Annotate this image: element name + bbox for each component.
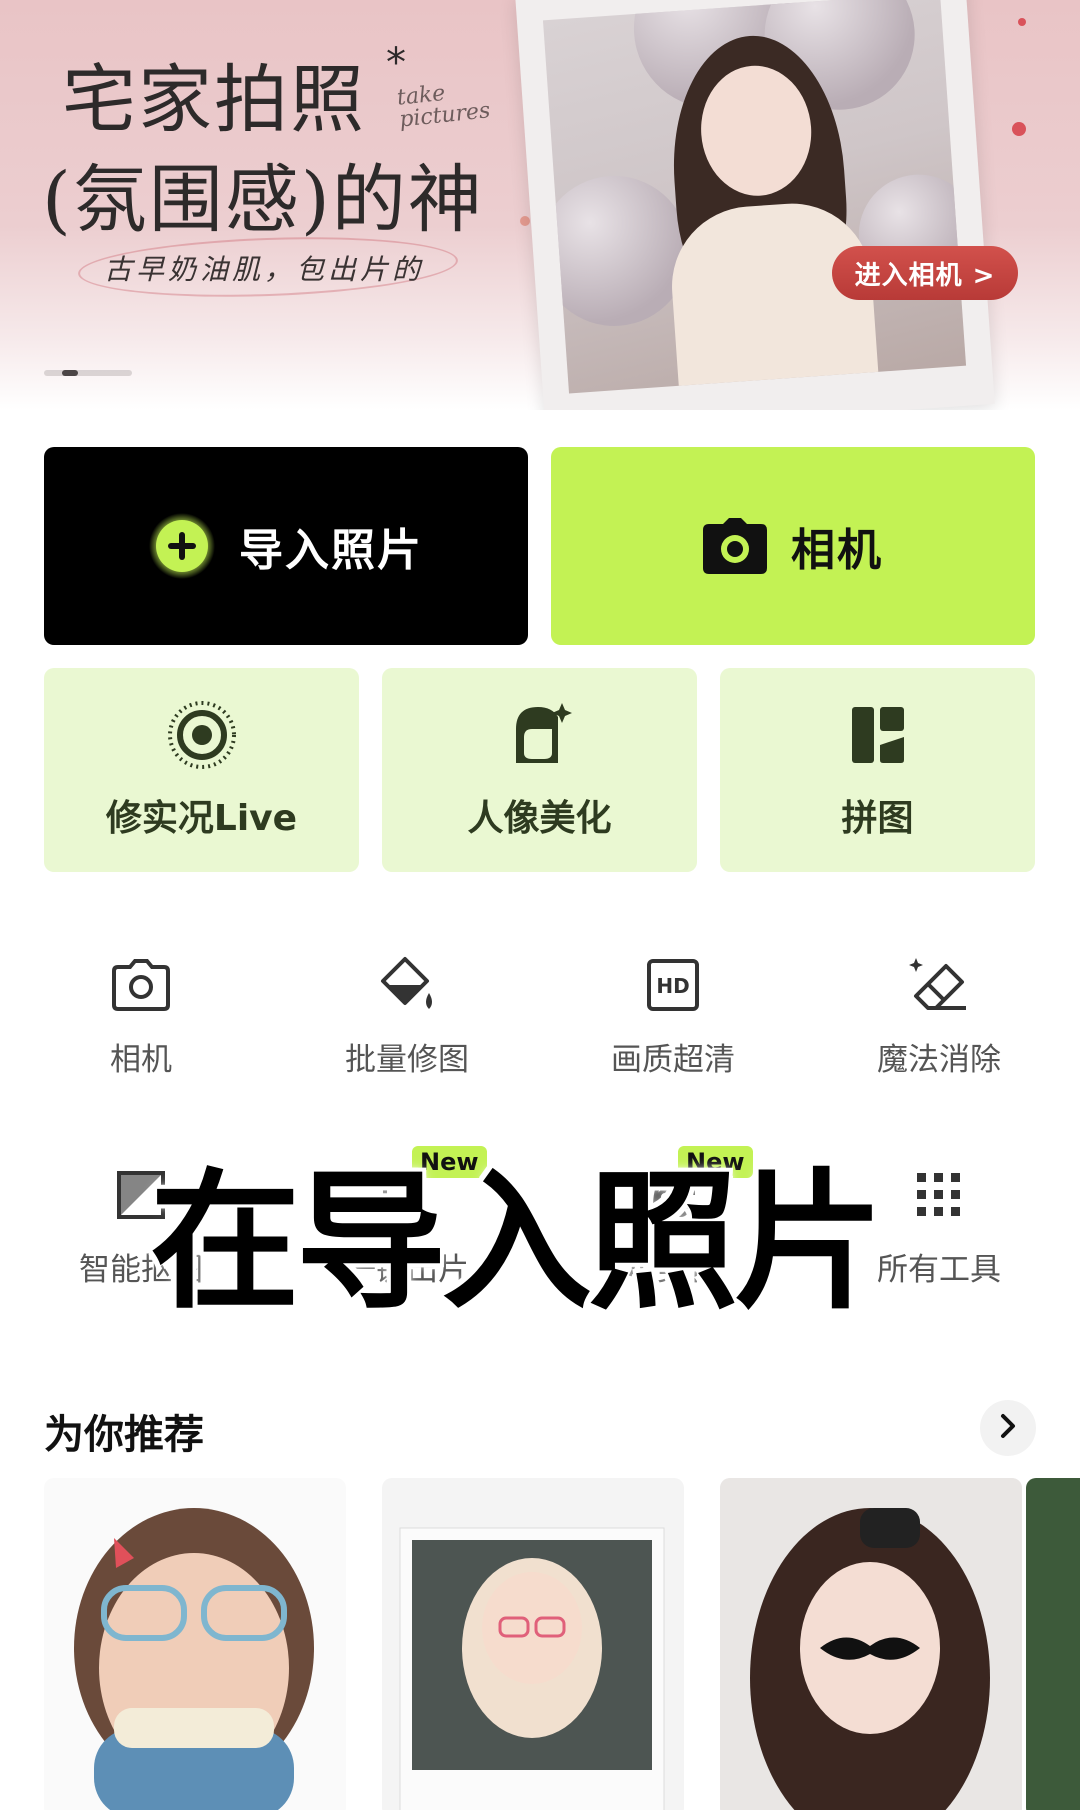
banner-photo-frame [515, 0, 995, 410]
decor-dot [1018, 18, 1026, 26]
tile-live-photo[interactable]: 修实况Live [44, 668, 359, 872]
svg-text:HD: HD [656, 974, 689, 998]
recommend-card[interactable] [44, 1478, 346, 1810]
tool-camera[interactable]: 相机 [21, 950, 261, 1079]
paint-bucket-icon [372, 950, 442, 1020]
portrait-icon [504, 699, 576, 775]
recommend-card-partial[interactable] [1026, 1478, 1080, 1810]
grid-dots-icon [904, 1160, 974, 1230]
camera-outline-icon [106, 950, 176, 1020]
tool-label: 画质超清 [611, 1042, 735, 1078]
banner-headline-line2: (氛围感)的神 [42, 157, 484, 243]
decor-dot [1012, 122, 1026, 136]
banner-headline-line1: 宅家拍照 [62, 57, 366, 143]
camera-icon [703, 518, 767, 574]
live-photo-icon [166, 699, 238, 775]
banner-pager [44, 370, 132, 376]
collage-icon [842, 699, 914, 775]
eraser-icon [904, 950, 974, 1020]
chevron-right-icon [997, 1412, 1019, 1444]
banner-slogan: 古早奶油肌，包出片的 [104, 253, 425, 286]
asterisk-decoration: * [386, 40, 406, 86]
tile-label: 修实况Live [105, 798, 298, 839]
tile-label: 拼图 [841, 798, 914, 839]
recommend-more-button[interactable] [980, 1400, 1036, 1456]
pager-active-dot [62, 370, 78, 376]
tool-label: 相机 [110, 1042, 172, 1078]
promo-banner[interactable]: 宅家拍照 * take pictures (氛围感)的神 古早奶油肌，包出片的 … [0, 0, 1080, 410]
tile-label: 人像美化 [467, 798, 612, 839]
decor-dot [520, 216, 530, 226]
hd-icon: HD [638, 950, 708, 1020]
camera-button[interactable]: 相机 [551, 447, 1035, 645]
banner-script-text: take pictures [395, 80, 492, 133]
enter-camera-button[interactable]: 进入相机 > [832, 246, 1018, 300]
recommend-card[interactable] [720, 1478, 1022, 1810]
tool-batch-edit[interactable]: 批量修图 [287, 950, 527, 1079]
card-thumbnail [74, 1508, 314, 1810]
tool-hd-enhance[interactable]: HD 画质超清 [553, 950, 793, 1079]
recommend-card[interactable] [382, 1478, 684, 1810]
recommend-title: 为你推荐 [44, 1412, 204, 1458]
card-thumbnail [399, 1527, 665, 1810]
overlay-caption: 在导入照片 [150, 1156, 884, 1330]
tool-magic-eraser[interactable]: 魔法消除 [819, 950, 1059, 1079]
camera-label: 相机 [791, 525, 883, 576]
import-photo-label: 导入照片 [239, 525, 423, 576]
import-photo-button[interactable]: 导入照片 [44, 447, 528, 645]
tile-collage[interactable]: 拼图 [720, 668, 1035, 872]
tool-label: 批量修图 [345, 1042, 469, 1078]
plus-icon [149, 513, 215, 579]
tile-portrait-beautify[interactable]: 人像美化 [382, 668, 697, 872]
banner-photo [542, 0, 967, 394]
tool-label: 魔法消除 [877, 1042, 1001, 1078]
card-thumbnail [720, 1478, 1022, 1810]
tool-label: 所有工具 [877, 1252, 1001, 1288]
